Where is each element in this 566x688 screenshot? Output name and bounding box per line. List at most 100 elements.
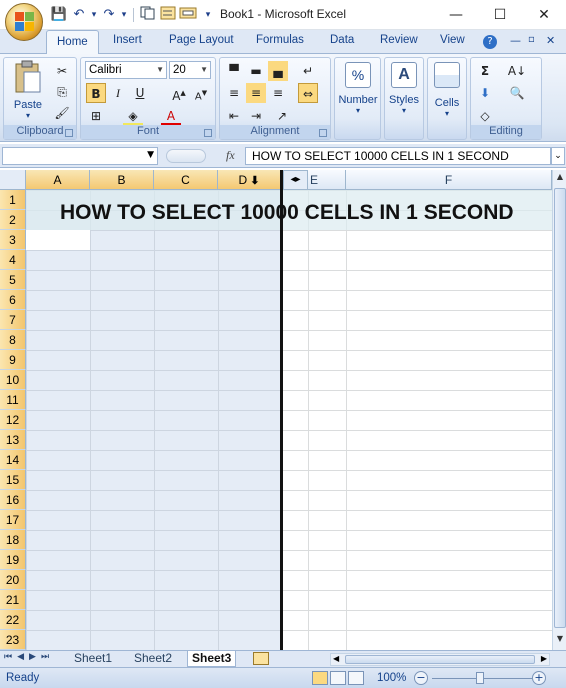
copy-icon[interactable]: ⎘: [52, 82, 72, 102]
tab-insert[interactable]: Insert: [113, 34, 142, 46]
paste-button[interactable]: Paste ▾: [8, 60, 48, 120]
page-layout-view-icon[interactable]: [330, 671, 346, 685]
italic-button[interactable]: I: [108, 83, 128, 103]
name-box[interactable]: ▼: [2, 147, 158, 165]
find-select-icon[interactable]: 🔍: [507, 83, 527, 103]
zoom-out-button[interactable]: −: [414, 671, 428, 685]
column-header-c[interactable]: C: [154, 170, 218, 190]
align-right-icon[interactable]: ≡: [268, 83, 288, 103]
cells-button[interactable]: Cells ▾: [428, 62, 466, 118]
column-header-d[interactable]: D ⬇: [218, 170, 281, 190]
decrease-indent-icon[interactable]: ⇤: [224, 106, 244, 126]
underline-button[interactable]: U: [130, 83, 150, 103]
minimize-button[interactable]: —: [434, 0, 478, 30]
expand-formula-icon[interactable]: ⌄: [551, 147, 565, 165]
autosum-icon[interactable]: Σ: [475, 61, 495, 81]
page-break-view-icon[interactable]: [348, 671, 364, 685]
align-bottom-icon[interactable]: ▄: [268, 61, 288, 81]
scroll-right-icon[interactable]: ▶: [541, 654, 547, 663]
row-header[interactable]: 20: [0, 570, 26, 590]
insert-function-icon[interactable]: fx: [226, 148, 235, 163]
cells-group[interactable]: Cells ▾: [427, 57, 467, 140]
normal-view-icon[interactable]: [312, 671, 328, 685]
maximize-button[interactable]: ☐: [478, 0, 522, 30]
row-header[interactable]: 6: [0, 290, 26, 310]
zoom-in-button[interactable]: +: [532, 671, 546, 685]
row-header[interactable]: 12: [0, 410, 26, 430]
row-header[interactable]: 18: [0, 530, 26, 550]
sheet-tab-sheet1[interactable]: Sheet1: [70, 651, 116, 667]
fill-icon[interactable]: ⬇: [475, 83, 495, 103]
align-middle-icon[interactable]: ▬: [246, 61, 266, 81]
tab-data[interactable]: Data: [330, 34, 354, 46]
tab-review[interactable]: Review: [380, 34, 418, 46]
tab-page-layout[interactable]: Page Layout: [169, 34, 234, 46]
align-center-icon[interactable]: ≡: [246, 83, 266, 103]
tab-formulas[interactable]: Formulas: [256, 34, 304, 46]
row-header[interactable]: 11: [0, 390, 26, 410]
format-painter-icon[interactable]: 🖌: [52, 103, 72, 123]
number-button[interactable]: % Number ▾: [337, 62, 379, 115]
row-header[interactable]: 22: [0, 610, 26, 630]
formula-input[interactable]: HOW TO SELECT 10000 CELLS IN 1 SECOND: [245, 147, 551, 165]
wrap-text-icon[interactable]: ↵: [298, 61, 318, 81]
fill-color-icon[interactable]: ◈: [123, 106, 143, 126]
bold-button[interactable]: B: [86, 83, 106, 103]
clipboard-launcher-icon[interactable]: [65, 129, 73, 137]
row-header[interactable]: 15: [0, 470, 26, 490]
row-header[interactable]: 1: [0, 190, 26, 210]
sheet-tab-sheet2[interactable]: Sheet2: [130, 651, 176, 667]
clear-icon[interactable]: ◇: [475, 106, 495, 126]
row-header[interactable]: 3: [0, 230, 26, 250]
horizontal-scroll-thumb[interactable]: [345, 655, 535, 664]
prev-sheet-icon[interactable]: ◀: [17, 652, 24, 662]
row-header[interactable]: 9: [0, 350, 26, 370]
decrease-font-icon[interactable]: A▼: [191, 83, 211, 103]
vertical-scroll-thumb[interactable]: [554, 188, 566, 628]
insert-sheet-icon[interactable]: [253, 652, 269, 665]
borders-icon[interactable]: ⊞: [86, 106, 106, 126]
align-left-icon[interactable]: ≡: [224, 83, 244, 103]
zoom-slider-thumb[interactable]: [476, 672, 484, 684]
formula-divider[interactable]: [166, 149, 206, 163]
font-launcher-icon[interactable]: [204, 129, 212, 137]
scroll-up-icon[interactable]: ▲: [554, 172, 566, 186]
close-button[interactable]: ✕: [522, 0, 566, 30]
office-button[interactable]: [5, 3, 43, 41]
sort-filter-icon[interactable]: A↓: [507, 61, 527, 81]
row-header[interactable]: 14: [0, 450, 26, 470]
select-all-corner[interactable]: [0, 170, 26, 190]
increase-indent-icon[interactable]: ⇥: [246, 106, 266, 126]
row-header[interactable]: 16: [0, 490, 26, 510]
ribbon-minimize-icon[interactable]: —: [510, 34, 521, 47]
vertical-scrollbar[interactable]: ▲ ▼: [552, 170, 566, 650]
row-header[interactable]: 23: [0, 630, 26, 650]
row-header[interactable]: 21: [0, 590, 26, 610]
ribbon-close-icon[interactable]: ✕: [546, 34, 555, 47]
row-header[interactable]: 7: [0, 310, 26, 330]
styles-button[interactable]: A Styles ▾: [385, 62, 423, 115]
row-header[interactable]: 10: [0, 370, 26, 390]
column-header-f[interactable]: F: [346, 170, 552, 190]
styles-group[interactable]: A Styles ▾: [384, 57, 424, 140]
tab-view[interactable]: View: [440, 34, 465, 46]
row-header[interactable]: 8: [0, 330, 26, 350]
number-group[interactable]: % Number ▾: [334, 57, 381, 140]
active-cell-a3[interactable]: [26, 230, 90, 250]
scroll-down-icon[interactable]: ▼: [554, 634, 566, 648]
row-header[interactable]: 17: [0, 510, 26, 530]
cut-icon[interactable]: ✂: [52, 61, 72, 81]
zoom-level[interactable]: 100%: [377, 672, 406, 684]
worksheet-grid[interactable]: A B C D ⬇ E F HOW TO SELECT 10000 CELLS …: [0, 170, 552, 650]
horizontal-scrollbar[interactable]: ◀ ▶: [330, 653, 550, 666]
first-sheet-icon[interactable]: ⏮: [4, 652, 12, 662]
pane-split-line[interactable]: [280, 170, 283, 650]
column-header-e[interactable]: E: [308, 170, 346, 190]
column-header-b[interactable]: B: [90, 170, 154, 190]
increase-font-icon[interactable]: A▲: [169, 83, 189, 103]
row-header[interactable]: 5: [0, 270, 26, 290]
next-sheet-icon[interactable]: ▶: [29, 652, 36, 662]
ribbon-restore-icon[interactable]: ▫: [528, 34, 535, 45]
font-name-combo[interactable]: Calibri ▼: [85, 61, 167, 79]
column-split-handle-icon[interactable]: ◂▸: [283, 170, 308, 190]
